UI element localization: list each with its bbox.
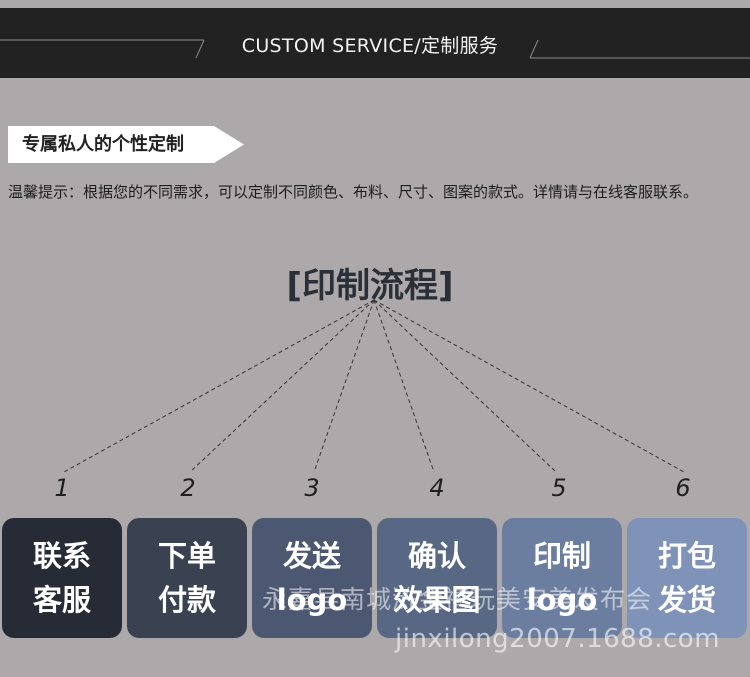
step-card-line1: 打包 [657,539,716,573]
watermark-text: 永嘉县南城浒金禧玩美安美发布会 [262,585,653,614]
step-card-line1: 印制 [532,539,591,573]
step-card-line1: 发送 [282,539,341,573]
step-number-3: 3 [304,474,320,502]
step-card-send-logo: 发送 logo [252,518,372,638]
step-number-4: 4 [429,474,445,502]
step-number-6: 6 [675,474,691,502]
step-number-2: 2 [180,474,196,502]
step-card-line2: 付款 [157,583,216,617]
step-card-print: 印制 logo [502,518,622,638]
step-card-line2: 客服 [32,583,91,617]
step-card-confirm: 确认 效果图 [377,518,497,638]
step-card-line1: 下单 [157,539,216,573]
step-card-line1: 联系 [32,539,91,573]
step-number-5: 5 [551,474,567,502]
step-number-1: 1 [54,474,70,502]
step-card-order: 下单 付款 [127,518,247,638]
step-card-line1: 确认 [407,539,466,573]
step-card-ship: 打包 发货 [627,518,747,638]
watermark-url: jinxilong2007.1688.com [395,624,721,654]
step-card-contact: 联系 客服 [2,518,122,638]
